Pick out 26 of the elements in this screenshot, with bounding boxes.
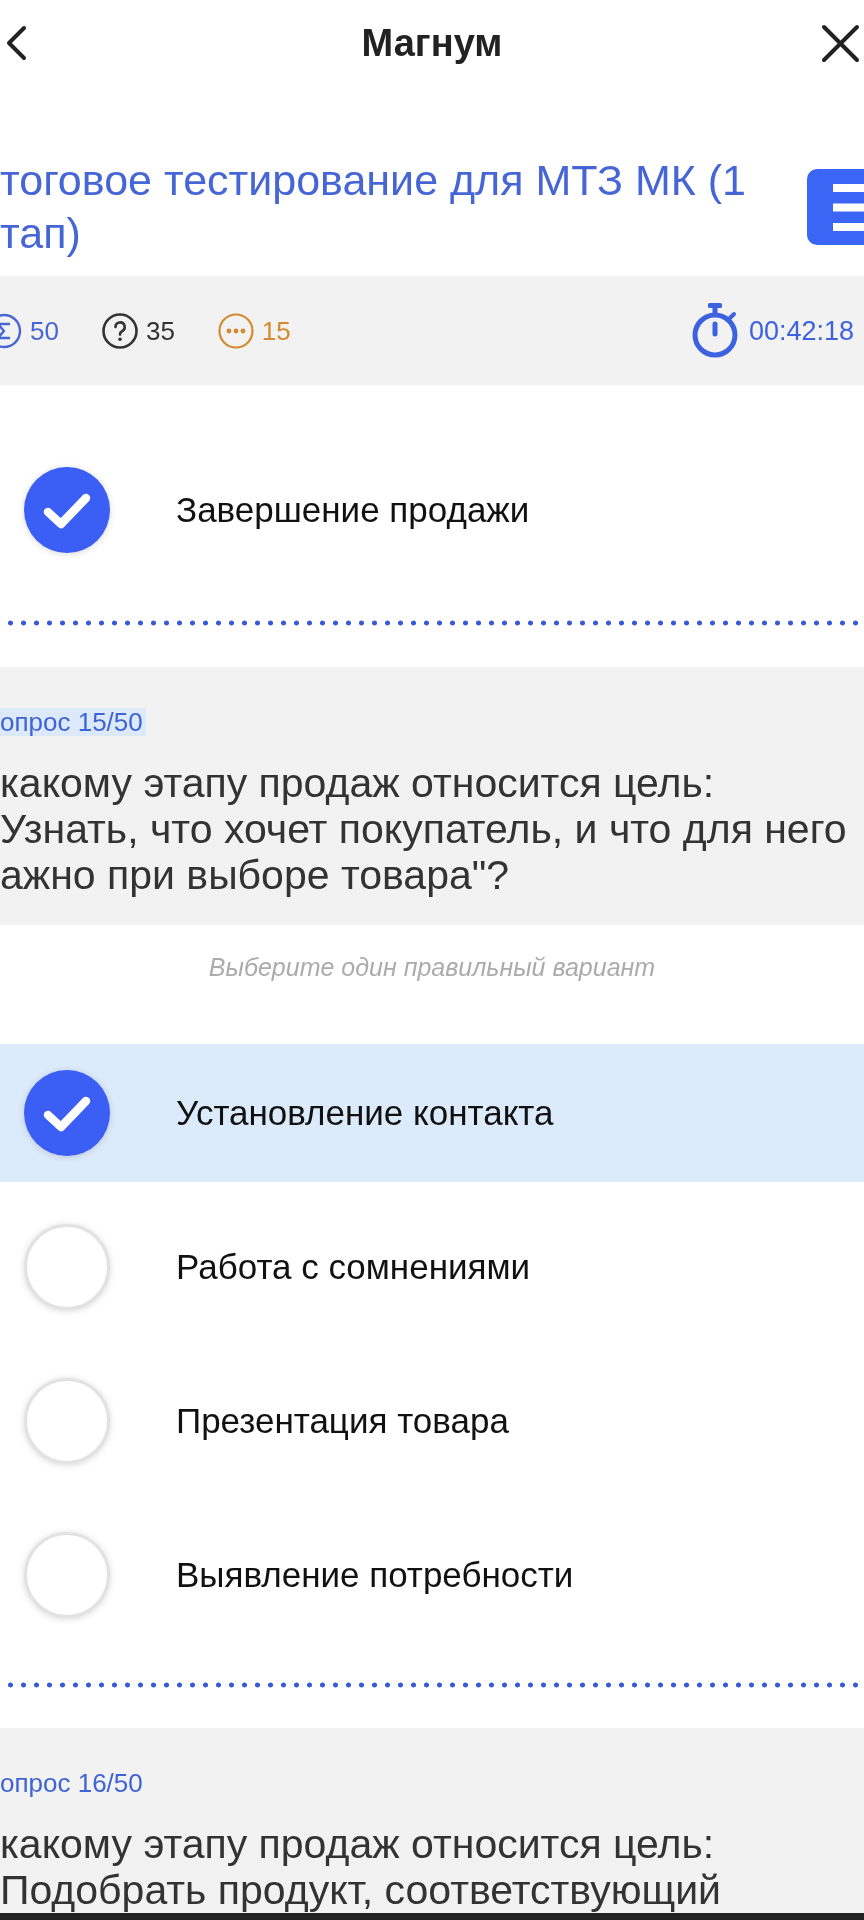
close-icon [821, 23, 860, 63]
question-number: опрос 16/50 [0, 1769, 144, 1797]
question-number: опрос 15/50 [0, 708, 146, 736]
answer-option[interactable]: Работа с сомнениями [0, 1198, 864, 1336]
question-text: какому этапу продаж относится цель: Узнать, что хочет покупатель, и что для него ажно при выборе товара"? [0, 760, 848, 898]
test-title: тоговое тестирование для МТЗ МК (1 тап) [0, 155, 746, 259]
timer-text: 00:42:18 [748, 315, 854, 346]
close-button[interactable] [821, 23, 860, 63]
question-text: какому этапу продаж относится цель: Подобрать продукт, соответствующий [0, 1821, 723, 1913]
chevron-left-icon [6, 25, 27, 61]
stopwatch-icon [691, 303, 739, 358]
answer-option[interactable]: Выявление потребности [0, 1506, 864, 1644]
answer-option[interactable]: Завершение продажи [0, 441, 864, 579]
stat-count: 15 [261, 315, 291, 346]
menu-icon [833, 183, 864, 231]
answer-option[interactable]: Презентация товара [0, 1352, 864, 1490]
app-title: Магнум [361, 21, 503, 66]
hint-text: Выберите один правильный вариант [207, 952, 657, 982]
stat-count: 50 [30, 315, 59, 346]
menu-button[interactable] [807, 169, 864, 245]
answer-option[interactable]: Установление контакта [0, 1044, 864, 1182]
stat-count: 35 [145, 315, 175, 346]
back-button[interactable] [6, 25, 27, 61]
sigma-icon [0, 312, 22, 349]
dots-circle-icon [217, 312, 254, 349]
question-circle-icon [101, 312, 138, 349]
